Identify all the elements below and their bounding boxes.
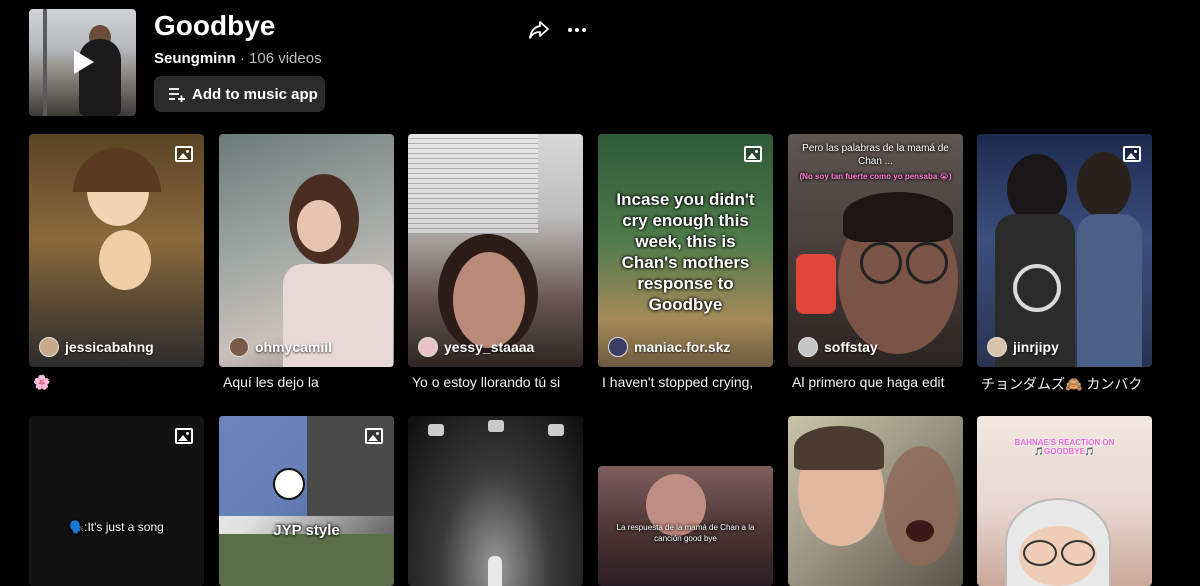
video-card[interactable]: La respuesta de la mamá de Chan a la can… [598,466,773,586]
more-options-button[interactable] [564,18,590,44]
video-caption[interactable]: Yo o estoy llorando tú si [412,374,587,390]
add-to-music-app-label: Add to music app [192,85,318,103]
playlist-title: Goodbye [154,10,276,41]
video-overlay-text: Incase you didn't cry enough this week, … [616,190,755,314]
video-overlay-text: BAHNAE'S REACTION ON 🎵GOODBYE🎵 [1014,438,1115,456]
more-icon [568,28,586,32]
meta-separator: · [239,50,245,67]
video-card[interactable] [408,416,583,586]
thumb-light [488,420,504,432]
creator-name: jinrjipy [1013,339,1059,355]
video-card[interactable]: jessicabahng [29,134,204,367]
video-caption[interactable]: チョンダムズ🙈 カンバク [981,374,1156,394]
creator-name: soffstay [824,339,878,355]
video-overlay-text: La respuesta de la mamá de Chan a la can… [616,523,755,543]
video-caption[interactable]: 🌸 [33,374,208,391]
thumb-hair [73,148,161,192]
creator-avatar [418,337,438,357]
share-icon [529,21,549,39]
playlist-meta: Seungminn · 106 videos [154,49,322,69]
video-count: 106 videos [249,50,322,67]
video-overlay-text: Pero las palabras de la mamá de Chan ... [802,143,949,167]
thumb-performer [488,556,502,586]
photo-icon [744,146,762,162]
creator-avatar [608,337,628,357]
photo-icon [365,428,383,444]
thumb-logo [1013,264,1061,312]
video-caption[interactable]: Al primero que haga edit [792,374,967,390]
creator-tag[interactable]: jinrjipy [987,337,1059,357]
thumb-face [297,200,341,252]
thumb-hair [1077,152,1131,218]
video-card[interactable]: Incase you didn't cry enough this week, … [598,134,773,367]
thumb-glasses [860,242,902,284]
thumb-glasses [906,242,948,284]
photo-icon [175,428,193,444]
thumb-glasses [1061,540,1095,566]
thumb-light [548,424,564,436]
thumb-mouth [906,520,934,542]
photo-icon [1123,146,1141,162]
video-card[interactable]: 🗣️:It's just a song [29,416,204,586]
thumb-outfit [1077,214,1142,367]
video-card[interactable]: Pero las palabras de la mamá de Chan ...… [788,134,963,367]
video-card[interactable]: yessy_staaaa [408,134,583,367]
thumb-hair [794,426,884,470]
video-overlay-subtext: (No soy tan fuerte como yo pensaba 😭) [799,172,952,181]
creator-tag[interactable]: ohmycamiil [229,337,332,357]
thumb-panel [219,416,307,516]
creator-tag[interactable]: maniac.for.skz [608,337,731,357]
photo-icon [175,146,193,162]
creator-tag[interactable]: jessicabahng [39,337,154,357]
add-to-music-app-button[interactable]: Add to music app [154,76,325,112]
thumb-hair [843,192,953,242]
creator-name: maniac.for.skz [634,339,731,355]
creator-tag[interactable]: soffstay [798,337,878,357]
creator-avatar [229,337,249,357]
thumb-face [453,252,525,348]
creator-avatar [798,337,818,357]
creator-name: yessy_staaaa [444,339,535,355]
playlist-cover[interactable] [29,9,136,116]
thumb-glasses [1023,540,1057,566]
creator-avatar [987,337,1007,357]
video-card[interactable]: ohmycamiil [219,134,394,367]
creator-avatar [39,337,59,357]
video-card[interactable]: JYP style [219,416,394,586]
thumb-panel [219,534,394,586]
thumb-lyrics [408,134,538,234]
creator-name: ohmycamiil [255,339,333,355]
thumb-baby [99,230,151,290]
playlist-add-icon [169,88,185,102]
thumb-toy [796,254,836,314]
thumb-light [428,424,444,436]
video-caption[interactable]: Aquí les dejo la [223,374,398,390]
video-overlay-text: 🗣️:It's just a song [69,520,164,534]
cover-background [43,9,47,116]
creator-name: jessicabahng [65,339,154,355]
thumb-face [884,446,958,566]
video-card[interactable]: jinrjipy [977,134,1152,367]
video-card[interactable] [788,416,963,586]
share-button[interactable] [526,18,552,44]
video-caption[interactable]: I haven't stopped crying, [602,374,777,390]
playlist-author[interactable]: Seungminn [154,50,236,67]
thumb-logo [273,468,305,500]
play-icon[interactable] [74,50,94,74]
video-overlay-text: JYP style [273,522,340,539]
video-card[interactable]: BAHNAE'S REACTION ON 🎵GOODBYE🎵 [977,416,1152,586]
creator-tag[interactable]: yessy_staaaa [418,337,534,357]
